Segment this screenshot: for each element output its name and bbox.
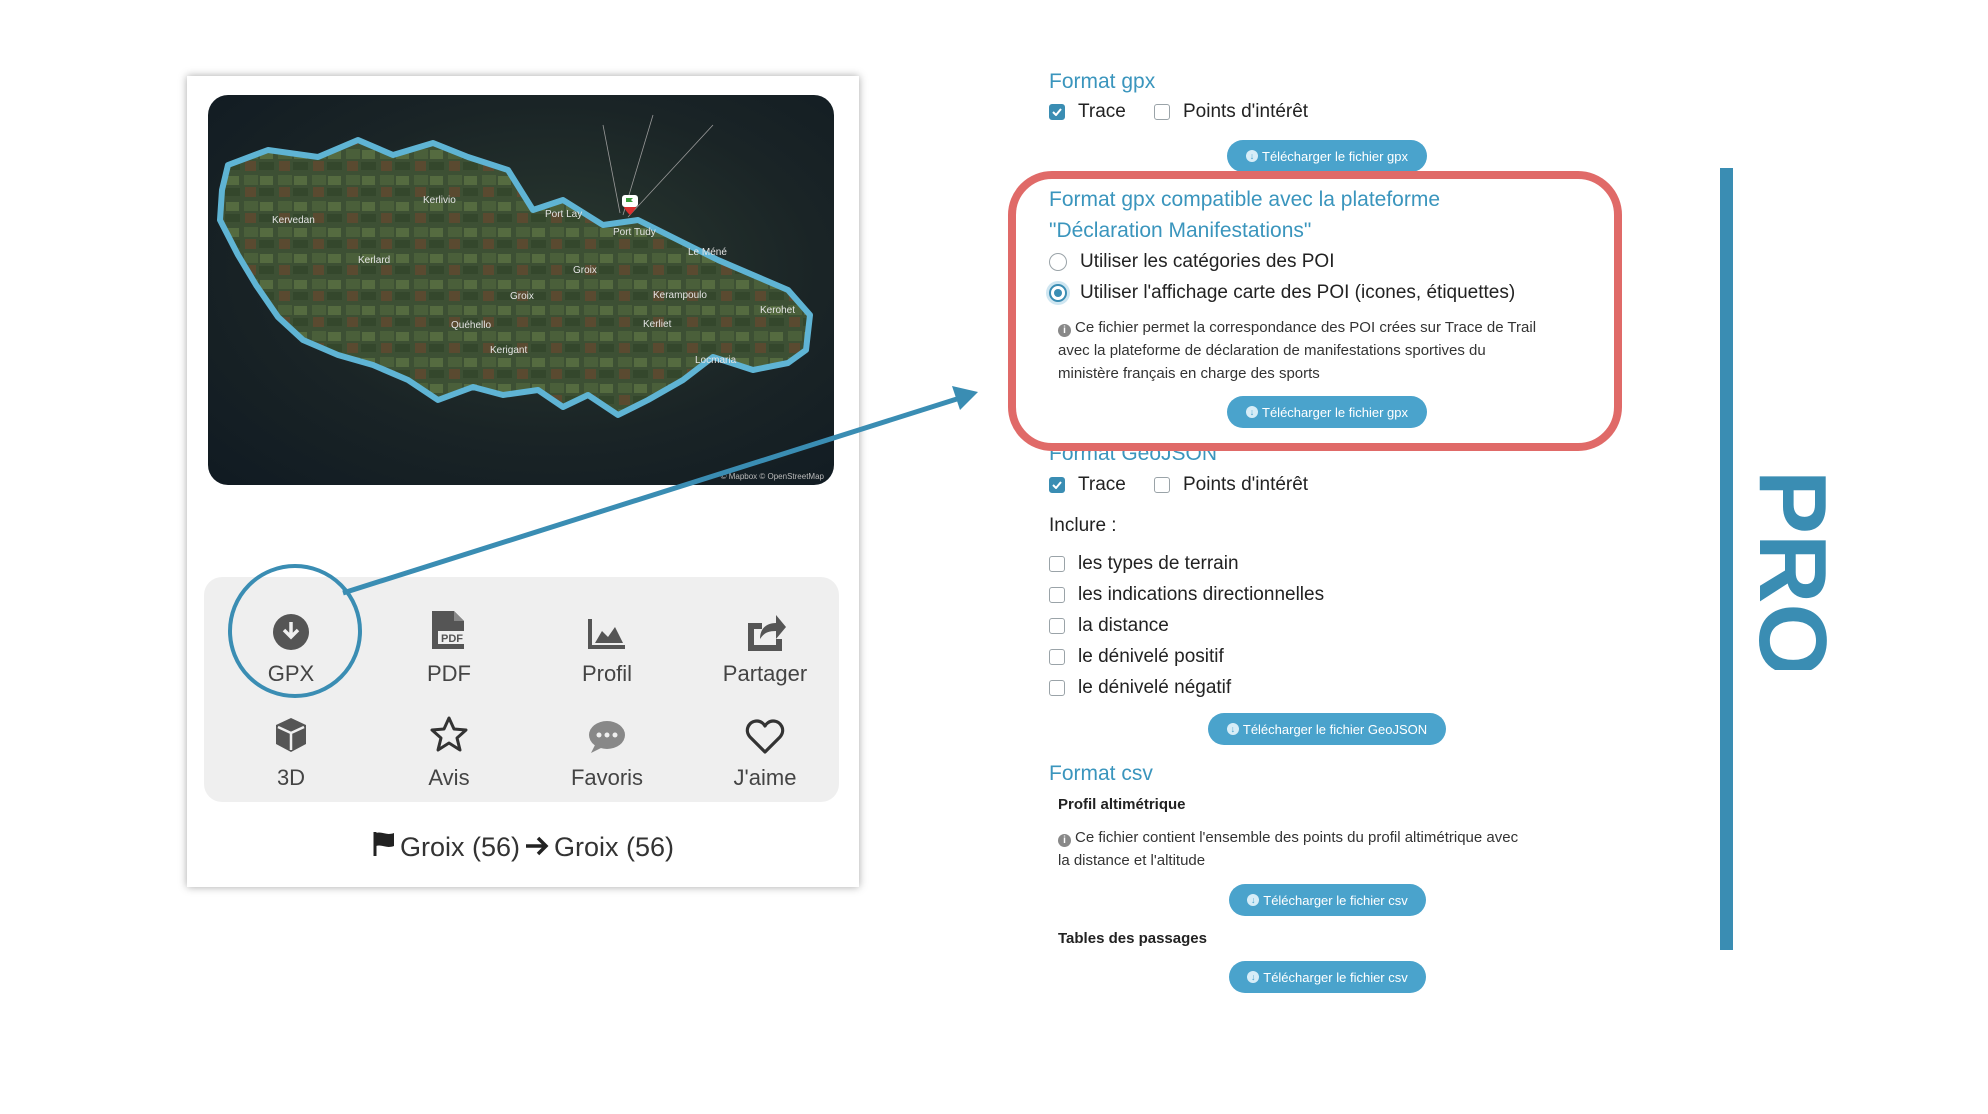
download-csv-passages-button[interactable]: ↓ Télécharger le fichier csv — [1229, 961, 1426, 993]
geojson-section-title: Format GeoJSON — [1049, 451, 1218, 465]
geojson-poi-option[interactable]: Points d'intérêt — [1154, 474, 1308, 496]
pro-label-text: PRO — [1740, 470, 1846, 670]
option-label: Points d'intérêt — [1183, 101, 1309, 122]
highlight-box — [1008, 171, 1622, 451]
include-dminus-option[interactable]: le dénivelé négatif — [1049, 677, 1231, 699]
csv-profile-heading: Profil altimétrique — [1058, 796, 1186, 813]
geojson-trace-checkbox[interactable] — [1049, 477, 1065, 493]
include-directions-option[interactable]: les indications directionnelles — [1049, 584, 1324, 606]
geojson-include-label: Inclure : — [1049, 515, 1117, 536]
geojson-trace-option[interactable]: Trace — [1049, 474, 1126, 496]
csv-section-title: Format csv — [1049, 762, 1153, 785]
include-checkbox[interactable] — [1049, 556, 1065, 572]
option-label: la distance — [1078, 615, 1169, 636]
include-checkbox[interactable] — [1049, 618, 1065, 634]
include-checkbox[interactable] — [1049, 680, 1065, 696]
download-icon: ↓ — [1247, 894, 1260, 906]
option-label: les indications directionnelles — [1078, 584, 1325, 605]
button-label: Télécharger le fichier csv — [1263, 969, 1408, 985]
include-distance-option[interactable]: la distance — [1049, 615, 1169, 637]
download-icon: ↓ — [1226, 723, 1239, 735]
download-gpx-button[interactable]: ↓ Télécharger le fichier gpx — [1227, 140, 1427, 172]
geojson-poi-checkbox[interactable] — [1154, 477, 1170, 493]
option-label: le dénivelé positif — [1078, 646, 1224, 667]
option-label: Trace — [1078, 474, 1126, 495]
info-line: Ce fichier contient l'ensemble des point… — [1075, 829, 1519, 846]
include-checkbox[interactable] — [1049, 587, 1065, 603]
info-icon: i — [1058, 834, 1071, 847]
info-line: la distance et l'altitude — [1058, 852, 1206, 869]
include-terrain-option[interactable]: les types de terrain — [1049, 553, 1239, 575]
pro-bar — [1720, 168, 1733, 950]
button-label: Télécharger le fichier gpx — [1262, 148, 1408, 164]
geojson-title-clip: Format GeoJSON — [1049, 451, 1217, 465]
csv-profile-info: i Ce fichier contient l'ensemble des poin… — [1058, 826, 1618, 872]
option-label: Points d'intérêt — [1183, 474, 1309, 495]
include-checkbox[interactable] — [1049, 649, 1065, 665]
option-label: les types de terrain — [1078, 553, 1239, 574]
csv-passages-heading: Tables des passages — [1058, 930, 1207, 947]
pro-label: PRO — [1740, 470, 1846, 670]
gpx-section-title: Format gpx — [1049, 70, 1156, 93]
connector-arrow — [342, 386, 978, 596]
option-label: le dénivelé négatif — [1078, 677, 1232, 698]
include-dplus-option[interactable]: le dénivelé positif — [1049, 646, 1224, 668]
download-icon: ↓ — [1247, 971, 1260, 983]
download-icon: ↓ — [1246, 150, 1259, 162]
option-label: Trace — [1078, 101, 1126, 122]
button-label: Télécharger le fichier csv — [1263, 892, 1408, 908]
button-label: Télécharger le fichier GeoJSON — [1242, 721, 1428, 737]
gpx-trace-option[interactable]: Trace — [1049, 101, 1126, 123]
download-csv-profile-button[interactable]: ↓ Télécharger le fichier csv — [1229, 884, 1426, 916]
gpx-trace-checkbox[interactable] — [1049, 104, 1065, 120]
download-geojson-button[interactable]: ↓ Télécharger le fichier GeoJSON — [1208, 713, 1446, 745]
gpx-poi-option[interactable]: Points d'intérêt — [1154, 101, 1308, 123]
gpx-poi-checkbox[interactable] — [1154, 104, 1170, 120]
